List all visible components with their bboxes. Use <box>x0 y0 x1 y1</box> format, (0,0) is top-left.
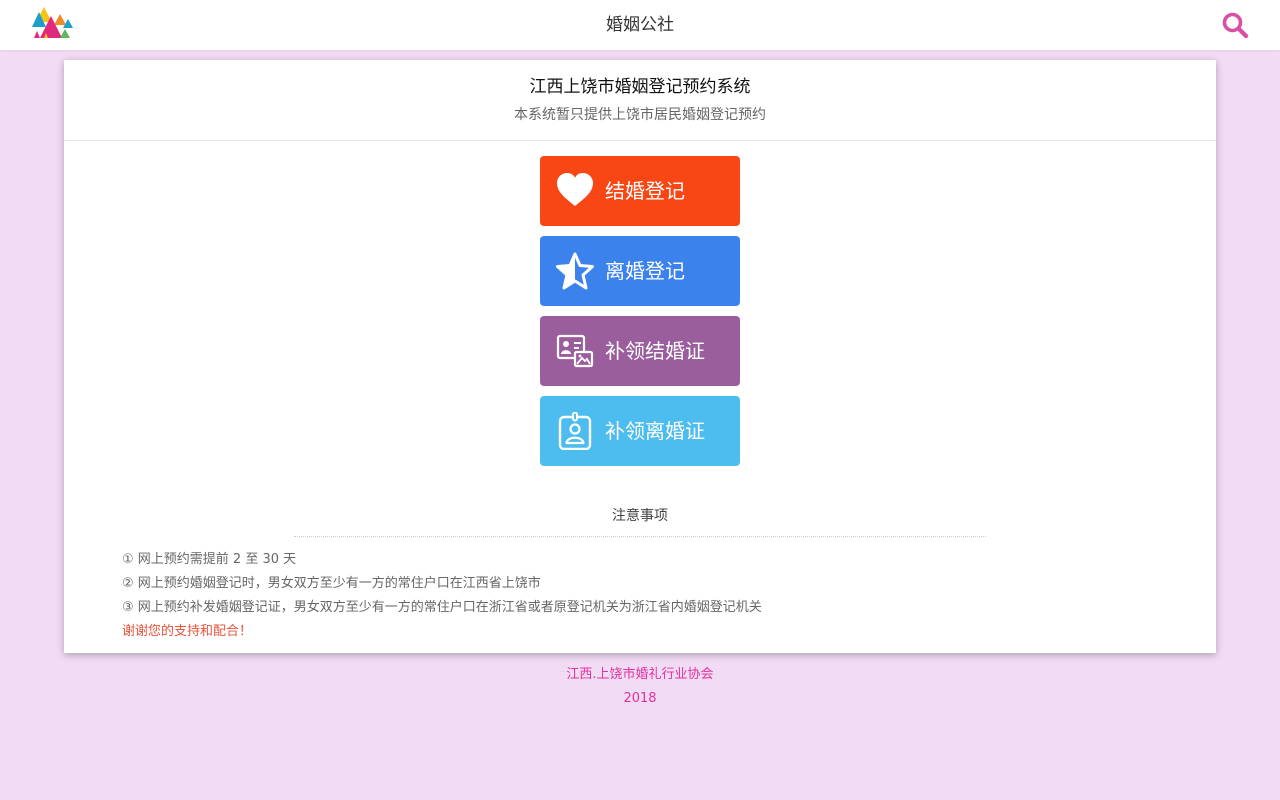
notice-title: 注意事项 <box>612 508 668 524</box>
page-title: 江西上饶市婚姻登记预约系统 <box>529 77 751 97</box>
reissue-marriage-certificate-label: 补领结婚证 <box>605 339 705 363</box>
heart-icon <box>557 173 593 206</box>
notice-list: ① 网上预约需提前 2 至 30 天 ② 网上预约婚姻登记时，男女双方至少有一方… <box>122 548 1122 644</box>
footer-year: 2018 <box>623 691 657 706</box>
marriage-registration-button[interactable]: 结婚登记 <box>540 156 740 226</box>
card-header: 江西上饶市婚姻登记预约系统 本系统暂只提供上饶市居民婚姻登记预约 <box>64 60 1216 141</box>
app-title: 婚姻公社 <box>606 15 674 35</box>
divorce-registration-label: 离婚登记 <box>605 259 685 283</box>
marriage-registration-label: 结婚登记 <box>605 179 685 203</box>
footer-org: 江西.上饶市婚礼行业协会 <box>566 667 714 682</box>
main-card: 江西上饶市婚姻登记预约系统 本系统暂只提供上饶市居民婚姻登记预约 结婚登记 离婚… <box>64 60 1216 653</box>
notice-item: ② 网上预约婚姻登记时，男女双方至少有一方的常住户口在江西省上饶市 <box>122 576 541 591</box>
star-outline-icon <box>556 252 594 290</box>
page-subtitle: 本系统暂只提供上饶市居民婚姻登记预约 <box>514 107 766 123</box>
reissue-marriage-certificate-button[interactable]: 补领结婚证 <box>540 316 740 386</box>
top-navbar: 婚姻公社 <box>0 0 1280 50</box>
divorce-registration-button[interactable]: 离婚登记 <box>540 236 740 306</box>
reissue-divorce-certificate-label: 补领离婚证 <box>605 419 705 443</box>
notice-item: ① 网上预约需提前 2 至 30 天 <box>122 552 297 567</box>
reissue-divorce-certificate-button[interactable]: 补领离婚证 <box>540 396 740 466</box>
id-badge-icon <box>558 412 592 450</box>
notice-thanks: 谢谢您的支持和配合！ <box>122 624 253 639</box>
search-icon[interactable] <box>1221 11 1249 39</box>
footer: 江西.上饶市婚礼行业协会 2018 <box>0 663 1280 711</box>
id-card-photo-icon <box>556 334 594 368</box>
notice-divider <box>294 536 986 537</box>
notice-item: ③ 网上预约补发婚姻登记证，男女双方至少有一方的常住户口在浙江省或者原登记机关为… <box>122 600 762 615</box>
